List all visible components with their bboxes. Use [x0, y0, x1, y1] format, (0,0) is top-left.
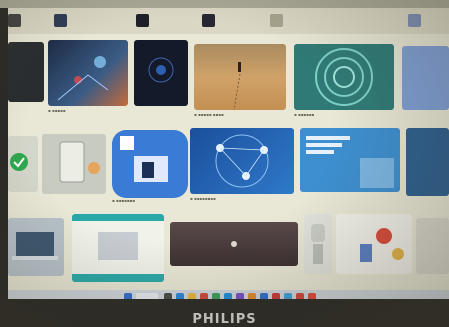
image-tile-laptop[interactable]	[8, 218, 64, 276]
app-icon[interactable]	[284, 293, 292, 299]
network-image	[215, 134, 269, 188]
search-icon[interactable]	[136, 293, 158, 299]
image-tile-cyber-hand[interactable]	[48, 40, 128, 106]
start-icon[interactable]	[124, 293, 132, 299]
banner-image	[306, 136, 394, 188]
monitor-top-edge	[0, 0, 449, 8]
related-chip[interactable]	[136, 13, 152, 27]
image-tile[interactable]	[336, 214, 412, 274]
image-tile-dark-tech[interactable]	[134, 40, 188, 106]
rings-image	[315, 48, 373, 106]
image-tile-network-map[interactable]	[190, 128, 294, 194]
phone-image	[59, 141, 100, 183]
app-icon[interactable]	[176, 293, 184, 299]
tile-caption: ▪ ▪▪▪▪▪▪▪	[112, 198, 135, 203]
browser-icon[interactable]	[224, 293, 232, 299]
image-tile[interactable]	[402, 46, 449, 110]
app-icon[interactable]	[236, 293, 244, 299]
app-icon[interactable]	[260, 293, 268, 299]
circuit-image	[148, 57, 174, 83]
robot-image	[311, 224, 325, 264]
device-image	[120, 136, 168, 182]
laptop-image	[12, 232, 58, 260]
related-chip[interactable]	[408, 13, 424, 27]
image-tile[interactable]	[8, 42, 44, 102]
related-search-bar	[8, 8, 449, 34]
cartoon-image	[360, 228, 404, 262]
image-tile-video-dark[interactable]	[170, 222, 298, 266]
os-taskbar	[8, 290, 449, 299]
app-icon[interactable]	[164, 293, 172, 299]
app-icon[interactable]	[272, 293, 280, 299]
tile-caption: ▪ ▪▪▪▪▪▪	[294, 112, 315, 117]
image-tile[interactable]	[42, 134, 106, 194]
image-tile[interactable]	[406, 128, 449, 196]
image-tile-checkmark[interactable]	[8, 136, 38, 192]
hand-network-image	[57, 56, 109, 101]
related-chip[interactable]	[270, 13, 286, 27]
tile-caption: ▪ ▪▪▪▪▪ ▪▪▪▪	[194, 112, 224, 117]
image-tile[interactable]	[416, 218, 449, 274]
image-tile-desert-walker[interactable]	[194, 44, 286, 110]
presentation-image	[72, 214, 164, 282]
image-tile-blue-banner[interactable]	[300, 128, 400, 192]
app-icon[interactable]	[308, 293, 316, 299]
related-chip[interactable]	[54, 13, 70, 27]
image-tile-person-screen[interactable]	[72, 214, 164, 282]
app-icon[interactable]	[296, 293, 304, 299]
app-icon[interactable]	[212, 293, 220, 299]
image-tile-blue-device[interactable]	[112, 130, 188, 198]
desert-image	[233, 62, 241, 110]
play-icon	[231, 241, 237, 247]
tile-caption: ▪ ▪▪▪▪▪▪▪▪	[190, 196, 216, 201]
related-chip[interactable]	[202, 13, 218, 27]
image-tile-teal-rings[interactable]	[294, 44, 394, 110]
brand-logo: PHILIPS	[192, 312, 257, 327]
app-icon[interactable]	[248, 293, 256, 299]
app-icon[interactable]	[200, 293, 208, 299]
monitor-screen: ▪ ▪▪▪▪▪ ▪ ▪▪▪▪▪ ▪▪▪▪ ▪ ▪▪▪▪▪▪ ▪ ▪▪▪▪▪▪▪ …	[8, 8, 449, 299]
image-tile-robots[interactable]	[304, 214, 332, 274]
tile-caption: ▪ ▪▪▪▪▪	[48, 108, 66, 113]
related-chip[interactable]	[8, 13, 24, 27]
check-icon	[10, 153, 28, 171]
folder-icon[interactable]	[188, 293, 196, 299]
